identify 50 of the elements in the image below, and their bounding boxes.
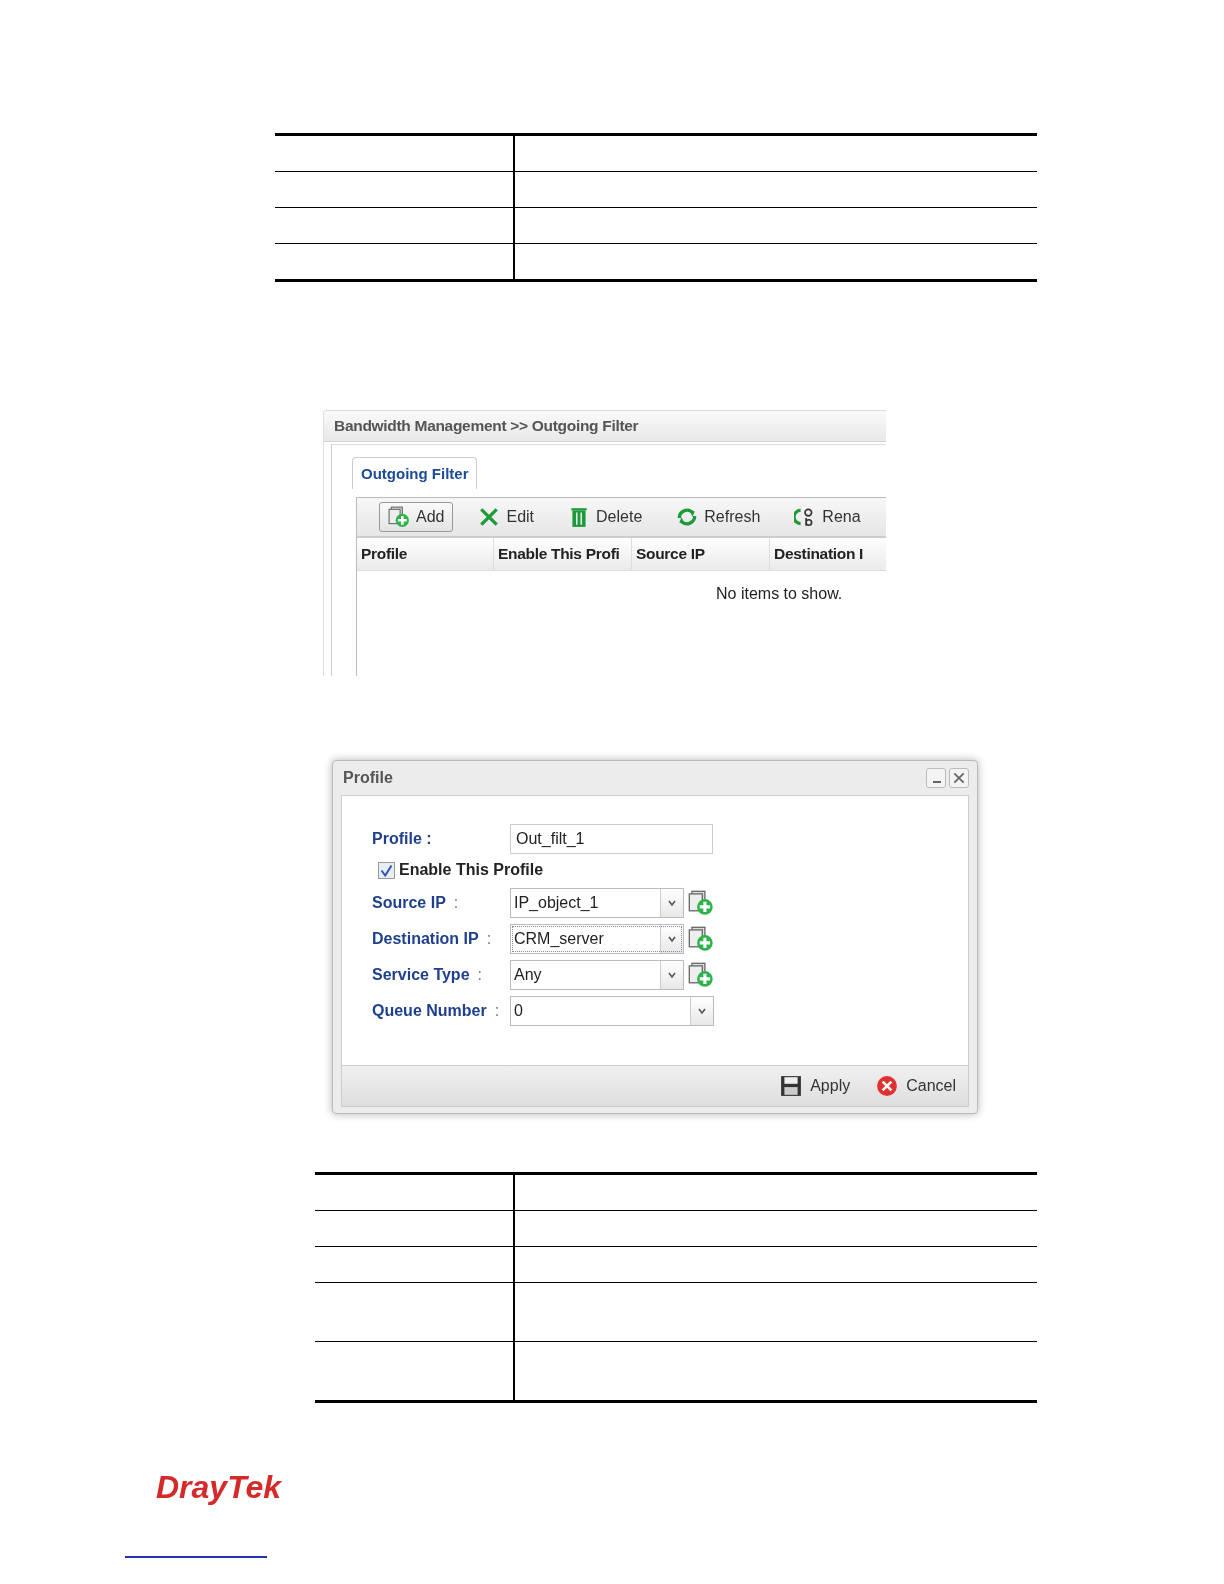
close-icon <box>952 771 966 785</box>
dropdown[interactable]: CRM_server <box>510 924 684 954</box>
caret-icon <box>667 970 677 980</box>
tools-icon <box>478 506 501 528</box>
close-icon <box>876 1075 899 1097</box>
refresh-button[interactable]: Refresh <box>667 502 770 532</box>
checkbox[interactable] <box>378 861 395 879</box>
add-button[interactable]: Add <box>379 502 454 532</box>
refresh-icon <box>676 506 699 528</box>
save-icon <box>780 1075 803 1097</box>
logo: DrayTek <box>156 1469 282 1506</box>
page-title: Bandwidth Management >> Outgoing Filter <box>324 411 886 442</box>
caret-icon <box>667 898 677 908</box>
minimize-icon <box>933 781 941 783</box>
field-label: Service Type <box>372 966 470 984</box>
close-button[interactable] <box>949 768 969 788</box>
add-icon <box>688 962 714 988</box>
add-button[interactable] <box>688 962 714 988</box>
dropdown[interactable]: Any <box>510 960 684 990</box>
empty-message: No items to show. <box>716 585 844 603</box>
text-field[interactable]: Out_filt_1 <box>510 824 713 854</box>
field-label: Profile : <box>372 830 432 848</box>
add-icon <box>388 506 410 528</box>
tab[interactable]: Outgoing Filter <box>352 457 478 489</box>
add-icon <box>688 890 714 916</box>
colon: : <box>486 930 492 948</box>
delete-button[interactable]: Delete <box>559 502 652 532</box>
rename-button[interactable]: Rena <box>785 502 870 532</box>
column-header[interactable]: Source IP <box>632 538 770 570</box>
checkbox-label: Enable This Profile <box>399 861 544 879</box>
dropdown[interactable]: 0 <box>510 996 714 1026</box>
minimize-button[interactable] <box>926 768 946 788</box>
caret-icon <box>697 1006 707 1016</box>
apply-button[interactable]: Apply <box>774 1074 857 1098</box>
add-icon <box>688 926 714 952</box>
caret-icon <box>667 934 677 944</box>
field-label: Queue Number <box>372 1002 487 1020</box>
add-button[interactable] <box>688 890 714 916</box>
dropdown[interactable]: IP_object_1 <box>510 888 684 918</box>
colon: : <box>477 966 482 984</box>
dialog-title: Profile <box>343 769 393 787</box>
colon: : <box>453 894 459 912</box>
colon: : <box>494 1002 500 1020</box>
field-label: Source IP <box>372 894 446 912</box>
field-label: Destination IP <box>372 930 479 948</box>
edit-button[interactable]: Edit <box>469 502 544 532</box>
column-header[interactable]: Enable This Profi <box>494 538 632 570</box>
cancel-button[interactable]: Cancel <box>870 1074 962 1098</box>
add-button[interactable] <box>688 926 714 952</box>
column-header[interactable]: Profile <box>357 538 494 570</box>
